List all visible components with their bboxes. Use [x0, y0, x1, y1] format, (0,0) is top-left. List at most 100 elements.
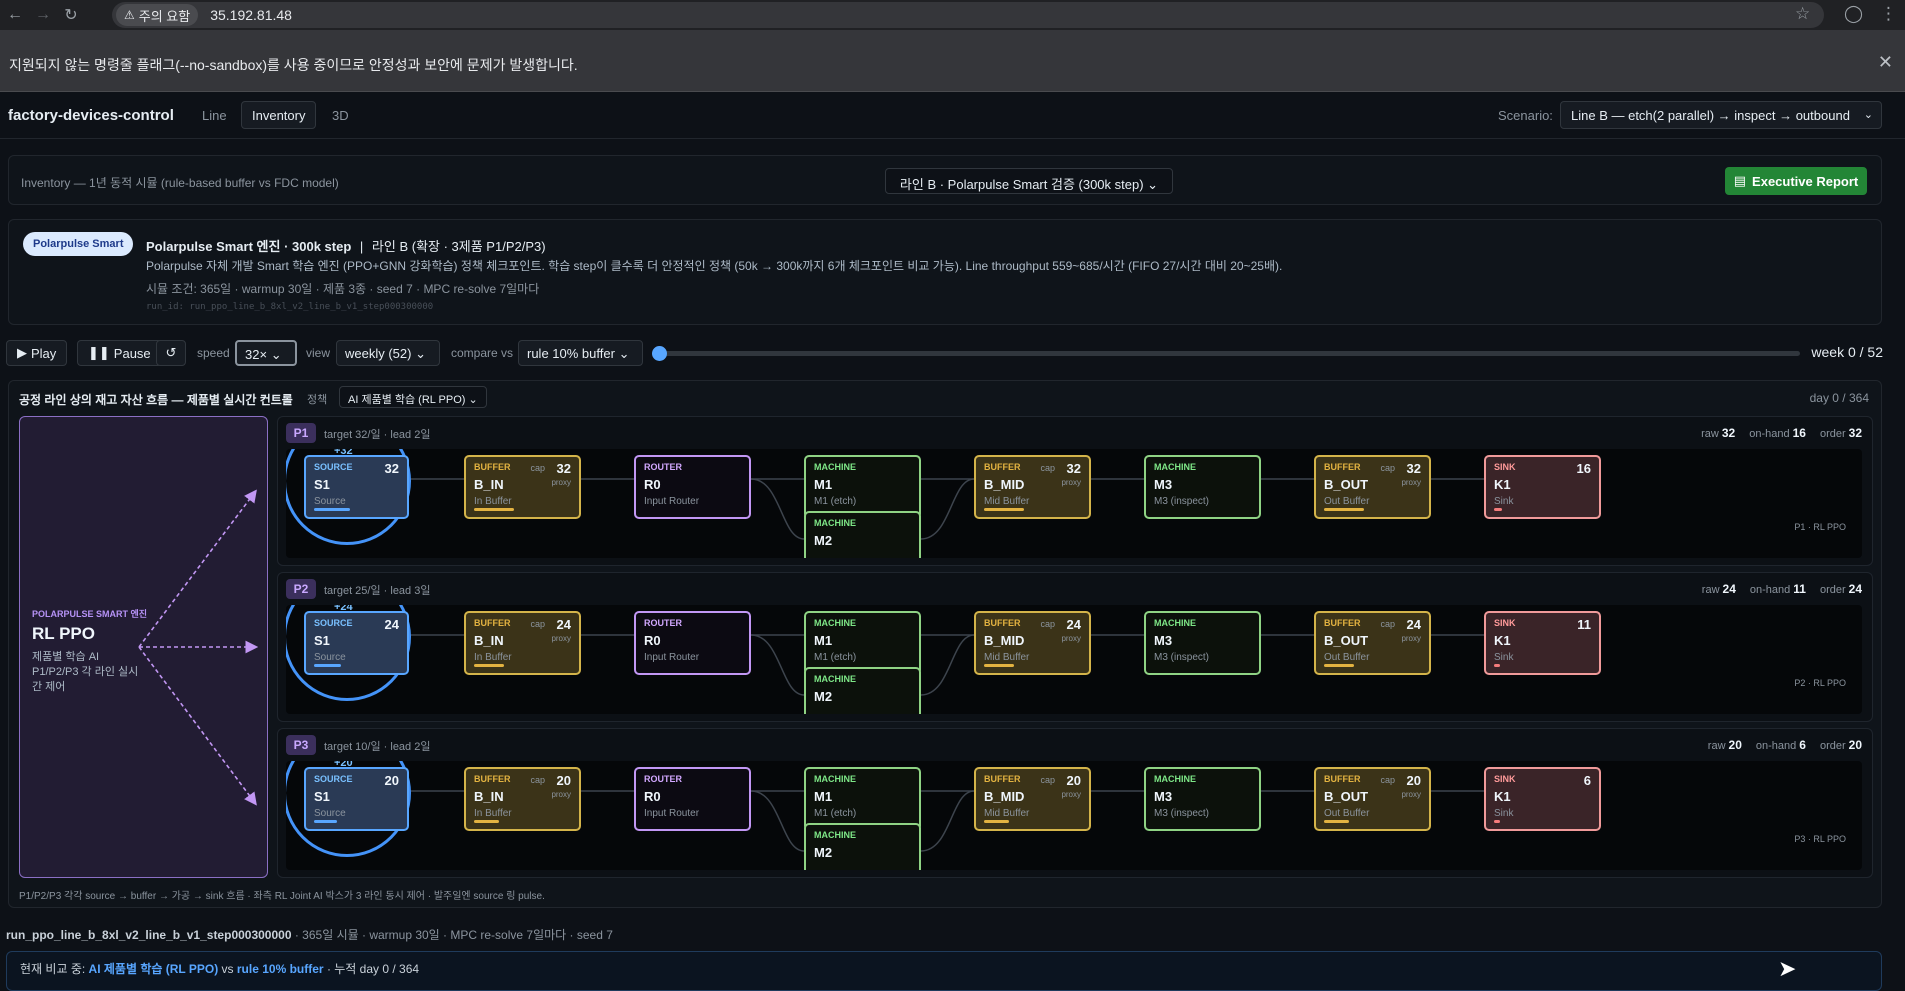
line-select[interactable]: 라인 B · Polarpulse Smart 검증 (300k step) ⌄	[885, 168, 1173, 194]
slider-knob[interactable]	[652, 346, 667, 361]
lane-caption: P3 · RL PPO	[1794, 834, 1846, 844]
level-bar	[984, 820, 1009, 823]
node-buffer-mid[interactable]: BUFFER cap 24 proxy B_MID Mid Buffer	[974, 611, 1091, 675]
close-icon[interactable]: ✕	[1878, 52, 1893, 73]
menu-kebab-icon[interactable]: ⋮	[1880, 4, 1897, 24]
lane-meta: target 32/일 · lead 2일	[324, 429, 431, 441]
level-bar	[984, 664, 1014, 667]
node-source[interactable]: SOURCE 20 S1 Source	[304, 767, 409, 831]
node-sink[interactable]: SINK 6 K1 Sink	[1484, 767, 1601, 831]
play-button[interactable]: ▶ Play	[6, 340, 68, 366]
node-machine-m3[interactable]: MACHINE M3 M3 (inspect)	[1144, 611, 1261, 675]
node-sink[interactable]: SINK 11 K1 Sink	[1484, 611, 1601, 675]
app-brand: factory-devices-control	[8, 107, 174, 124]
level-bar	[1494, 508, 1502, 511]
profile-icon[interactable]: ◯	[1844, 4, 1863, 24]
node-buffer-mid[interactable]: BUFFER cap 32 proxy B_MID Mid Buffer	[974, 455, 1091, 519]
engine-badge: Polarpulse Smart	[23, 232, 134, 256]
node-machine-m3[interactable]: MACHINE M3 M3 (inspect)	[1144, 455, 1261, 519]
scenario-select[interactable]: Line B — etch(2 parallel) → inspect → ou…	[1560, 101, 1882, 129]
reset-button[interactable]: ↺	[156, 340, 186, 366]
node-buffer-out[interactable]: BUFFER cap 32 proxy B_OUT Out Buffer	[1314, 455, 1431, 519]
node-router[interactable]: ROUTER R0 Input Router	[634, 611, 751, 675]
compare-label: compare vs	[451, 346, 514, 360]
pause-button[interactable]: ❚❚ Pause	[77, 340, 162, 366]
compare-select[interactable]: rule 10% buffer ⌄	[518, 340, 643, 366]
node-machine-m1[interactable]: MACHINE M1 M1 (etch)	[804, 455, 921, 519]
level-bar	[314, 664, 341, 667]
engine-title: Polarpulse Smart 엔진 · 300k step | 라인 B (…	[146, 239, 546, 254]
level-bar	[984, 508, 1024, 511]
product-badge: P3	[286, 735, 316, 755]
policy-select[interactable]: AI 제품별 학습 (RL PPO) ⌄	[339, 386, 487, 408]
scenario-label: Scenario:	[1498, 108, 1553, 123]
arrow-p3	[138, 646, 257, 806]
forward-icon[interactable]: →	[30, 2, 56, 28]
engine-run-id: run_id: run_ppo_line_b_8xl_v2_line_b_v1_…	[146, 302, 434, 312]
bookmark-star-icon[interactable]: ☆	[1795, 4, 1810, 24]
tab-inventory[interactable]: Inventory	[241, 101, 317, 129]
engine-conditions: 시뮬 조건: 365일 · warmup 30일 · 제품 3종 · seed …	[146, 282, 540, 296]
lane-track: +32 SOURCE 32 S1 Source BUFFER cap 32 proxy B…	[286, 449, 1862, 558]
node-source[interactable]: SOURCE 32 S1 Source	[304, 455, 409, 519]
mouse-cursor-icon: ➤	[1778, 956, 1797, 981]
node-machine-m2[interactable]: MACHINE M2	[804, 667, 921, 714]
executive-report-button[interactable]: ▤ Executive Report	[1725, 167, 1867, 195]
node-buffer-out[interactable]: BUFFER cap 24 proxy B_OUT Out Buffer	[1314, 611, 1431, 675]
level-bar	[1494, 664, 1500, 667]
lane-track: +24 SOURCE 24 S1 Source BUFFER cap 24 proxy B…	[286, 605, 1862, 714]
level-bar	[474, 664, 504, 667]
view-select[interactable]: weekly (52) ⌄	[336, 340, 440, 366]
address-bar[interactable]: ⚠ 주의 요함 35.192.81.48	[112, 2, 1824, 28]
tab-line[interactable]: Line	[192, 101, 237, 129]
reset-icon: ↺	[165, 345, 177, 360]
speed-select[interactable]: 32× ⌄	[235, 340, 297, 366]
compare-bar: 현재 비교 중: AI 제품별 학습 (RL PPO) vs rule 10% …	[6, 951, 1882, 991]
node-buffer-in[interactable]: BUFFER cap 20 proxy B_IN In Buffer	[464, 767, 581, 831]
lane-p1: P1 target 32/일 · lead 2일 raw 32 on-hand 16 o…	[277, 416, 1873, 566]
level-bar	[314, 508, 350, 511]
lane-stats: raw 24 on-hand 11 order 24	[1701, 582, 1862, 596]
lane-p3: P3 target 10/일 · lead 2일 raw 20 on-hand 6 or…	[277, 728, 1873, 878]
back-icon[interactable]: ←	[2, 2, 28, 28]
level-bar	[1494, 820, 1500, 823]
level-bar	[474, 508, 514, 511]
lane-p2: P2 target 25/일 · lead 3일 raw 24 on-hand 11 o…	[277, 572, 1873, 722]
node-machine-m1[interactable]: MACHINE M1 M1 (etch)	[804, 611, 921, 675]
infobar-message: 지원되지 않는 명령줄 플래그(--no-sandbox)를 사용 중이므로 안…	[9, 57, 578, 73]
infobar: 지원되지 않는 명령줄 플래그(--no-sandbox)를 사용 중이므로 안…	[0, 30, 1905, 92]
chevron-down-icon: ⌄	[618, 346, 630, 361]
week-slider[interactable]	[652, 346, 1800, 361]
tab-3d[interactable]: 3D	[322, 101, 359, 129]
reload-icon[interactable]: ↻	[58, 2, 84, 28]
product-badge: P1	[286, 423, 316, 443]
node-machine-m1[interactable]: MACHINE M1 M1 (etch)	[804, 767, 921, 831]
node-buffer-in[interactable]: BUFFER cap 32 proxy B_IN In Buffer	[464, 455, 581, 519]
browser-toolbar: ← → ↻ ⚠ 주의 요함 35.192.81.48 ☆ ◯ ⋮	[0, 0, 1905, 30]
node-router[interactable]: ROUTER R0 Input Router	[634, 455, 751, 519]
lane-meta: target 25/일 · lead 3일	[324, 585, 431, 597]
node-sink[interactable]: SINK 16 K1 Sink	[1484, 455, 1601, 519]
document-icon: ▤	[1733, 173, 1747, 188]
node-buffer-mid[interactable]: BUFFER cap 20 proxy B_MID Mid Buffer	[974, 767, 1091, 831]
node-buffer-out[interactable]: BUFFER cap 20 proxy B_OUT Out Buffer	[1314, 767, 1431, 831]
node-machine-m2[interactable]: MACHINE M2	[804, 823, 921, 870]
engine-panel: Polarpulse Smart Polarpulse Smart 엔진 · 3…	[8, 219, 1882, 325]
chevron-down-icon: ⌄	[1863, 109, 1873, 121]
lane-caption: P2 · RL PPO	[1794, 678, 1846, 688]
policy-label: 정책	[307, 394, 328, 406]
warning-icon: ⚠	[124, 8, 135, 22]
rl-arrows	[138, 489, 259, 806]
chevron-down-icon: ⌄	[1147, 177, 1159, 192]
speed-label: speed	[197, 346, 230, 360]
level-bar	[1324, 820, 1349, 823]
security-warning-chip[interactable]: ⚠ 주의 요함	[116, 4, 199, 26]
node-router[interactable]: ROUTER R0 Input Router	[634, 767, 751, 831]
node-machine-m3[interactable]: MACHINE M3 M3 (inspect)	[1144, 767, 1261, 831]
node-source[interactable]: SOURCE 24 S1 Source	[304, 611, 409, 675]
product-badge: P2	[286, 579, 316, 599]
inventory-label: Inventory — 1년 동적 시뮬 (rule-based buffer …	[21, 176, 339, 190]
node-machine-m2[interactable]: MACHINE M2	[804, 511, 921, 558]
node-buffer-in[interactable]: BUFFER cap 24 proxy B_IN In Buffer	[464, 611, 581, 675]
url-text[interactable]: 35.192.81.48	[210, 7, 292, 23]
